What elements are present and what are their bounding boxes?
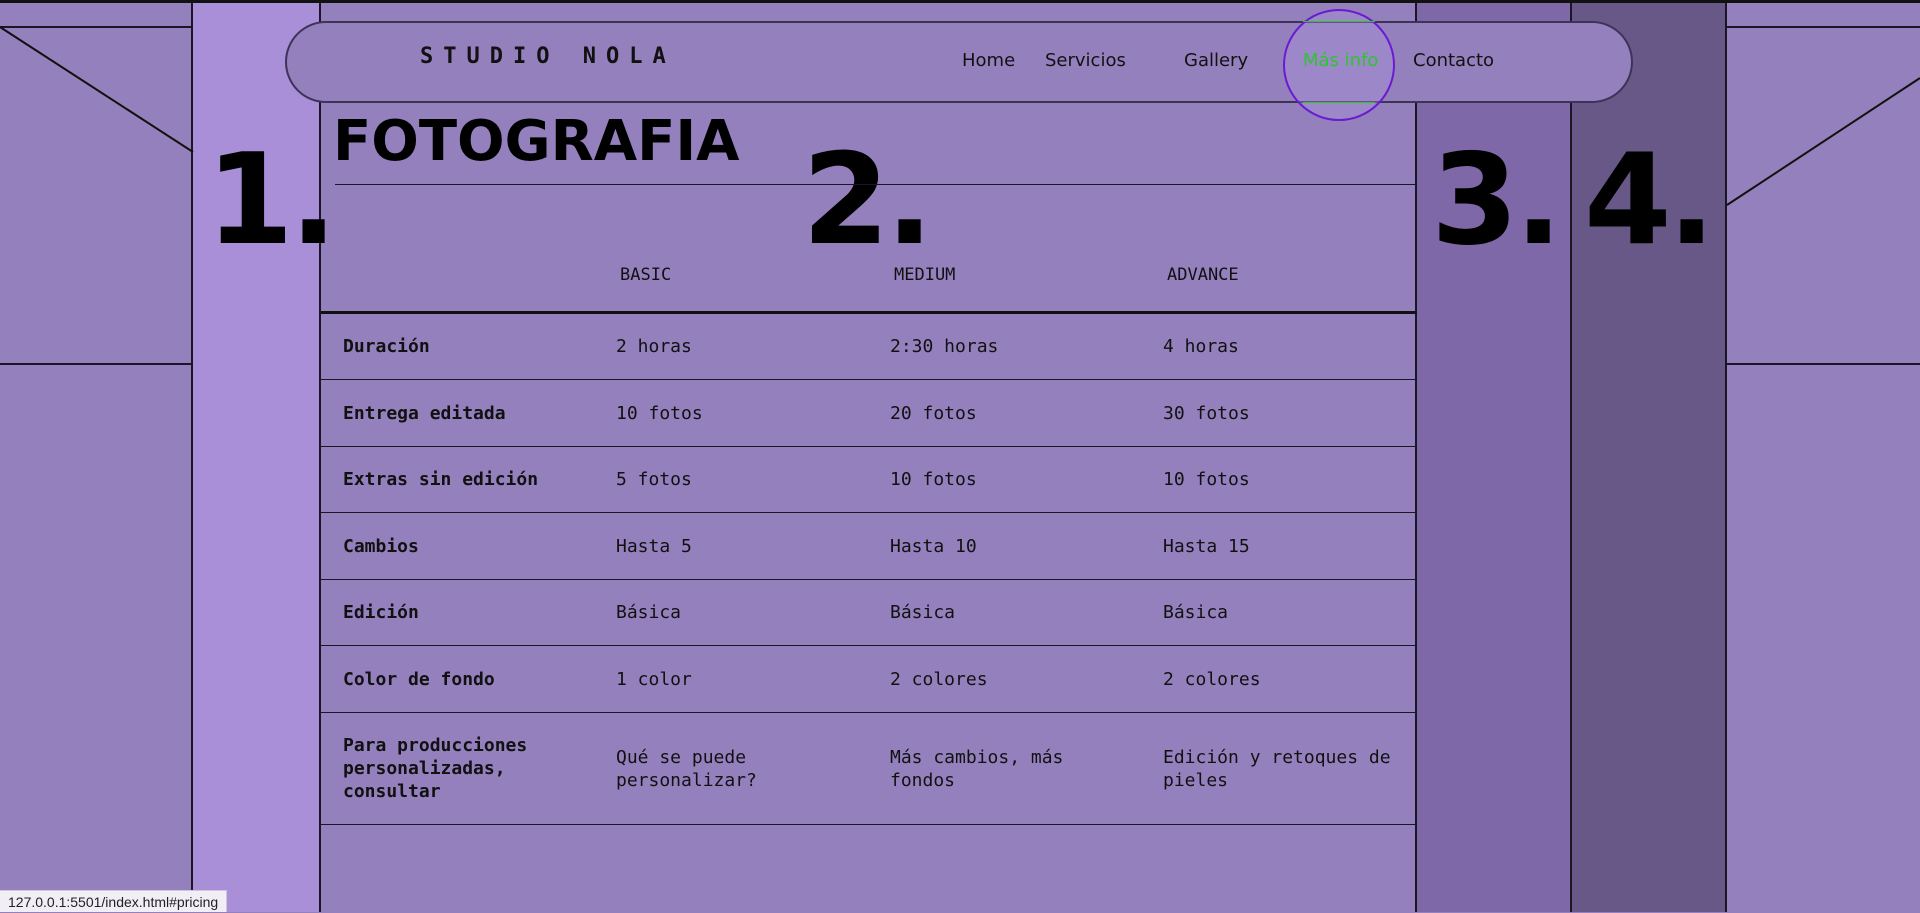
diagonal-line-left bbox=[0, 26, 194, 153]
row-divider bbox=[321, 379, 1417, 380]
table-cell: 2:30 horas bbox=[890, 336, 999, 357]
nav-link-home[interactable]: Home bbox=[962, 50, 1015, 71]
row-divider bbox=[321, 579, 1417, 580]
table-cell: Hasta 10 bbox=[890, 536, 977, 557]
table-cell: 4 horas bbox=[1163, 336, 1239, 357]
table-cell: Edición y retoques de pieles bbox=[1163, 747, 1391, 791]
table-header-divider bbox=[321, 311, 1417, 314]
nav-link-servicios[interactable]: Servicios bbox=[1045, 50, 1126, 71]
plan-header-advance: ADVANCE bbox=[1167, 265, 1239, 285]
plan-header-medium: MEDIUM bbox=[894, 265, 956, 285]
table-cell: Qué se puede personalizar? bbox=[616, 747, 757, 791]
table-cell: Básica bbox=[616, 602, 682, 623]
nav-link-mas-info[interactable]: Más info bbox=[1303, 50, 1378, 71]
nav-link-gallery[interactable]: Gallery bbox=[1184, 50, 1248, 71]
row-label-entrega-editada: Entrega editada bbox=[343, 403, 506, 424]
table-cell: 30 fotos bbox=[1163, 403, 1250, 424]
table-cell: 20 fotos bbox=[890, 403, 977, 424]
hover-stripe bbox=[1303, 21, 1375, 22]
table-cell: 2 colores bbox=[1163, 669, 1261, 690]
row-divider bbox=[321, 712, 1417, 713]
table-cell: 10 fotos bbox=[1163, 469, 1250, 490]
table-cell: 1 color bbox=[616, 669, 692, 690]
section-number-3: 3. bbox=[1431, 126, 1563, 273]
browser-status-url: 127.0.0.1:5501/index.html#pricing bbox=[0, 890, 228, 912]
row-divider bbox=[321, 645, 1417, 646]
title-underline bbox=[335, 184, 1417, 185]
row-label-color-de-fondo: Color de fondo bbox=[343, 669, 495, 690]
nav-link-contacto[interactable]: Contacto bbox=[1413, 50, 1494, 71]
diagonal-line-right bbox=[1726, 77, 1920, 206]
table-cell: 2 colores bbox=[890, 669, 988, 690]
row-label-extras-sin-edicion: Extras sin edición bbox=[343, 469, 539, 490]
table-cell: 10 fotos bbox=[890, 469, 977, 490]
table-cell: Más cambios, más fondos bbox=[890, 747, 1064, 791]
table-cell: 2 horas bbox=[616, 336, 692, 357]
row-divider bbox=[321, 824, 1417, 825]
page-title: FOTOGRAFIA bbox=[333, 109, 740, 174]
row-divider bbox=[321, 446, 1417, 447]
table-cell: Hasta 15 bbox=[1163, 536, 1250, 557]
table-cell: Básica bbox=[890, 602, 956, 623]
section-number-4: 4. bbox=[1584, 126, 1716, 273]
row-label-producciones-personalizadas: Para producciones personalizadas, consul… bbox=[343, 735, 528, 802]
section-number-2: 2. bbox=[802, 126, 934, 273]
table-cell: 5 fotos bbox=[616, 469, 692, 490]
table-cell: Hasta 5 bbox=[616, 536, 692, 557]
row-divider bbox=[321, 512, 1417, 513]
table-cell: 10 fotos bbox=[616, 403, 703, 424]
row-label-cambios: Cambios bbox=[343, 536, 419, 557]
hover-stripe bbox=[1303, 102, 1375, 103]
plan-header-basic: BASIC bbox=[620, 265, 672, 285]
table-cell: Básica bbox=[1163, 602, 1229, 623]
row-label-edicion: Edición bbox=[343, 602, 419, 623]
section-number-1: 1. bbox=[206, 126, 338, 273]
row-label-duracion: Duración bbox=[343, 336, 430, 357]
brand-logo-text[interactable]: STUDIO NOLA bbox=[420, 44, 676, 69]
